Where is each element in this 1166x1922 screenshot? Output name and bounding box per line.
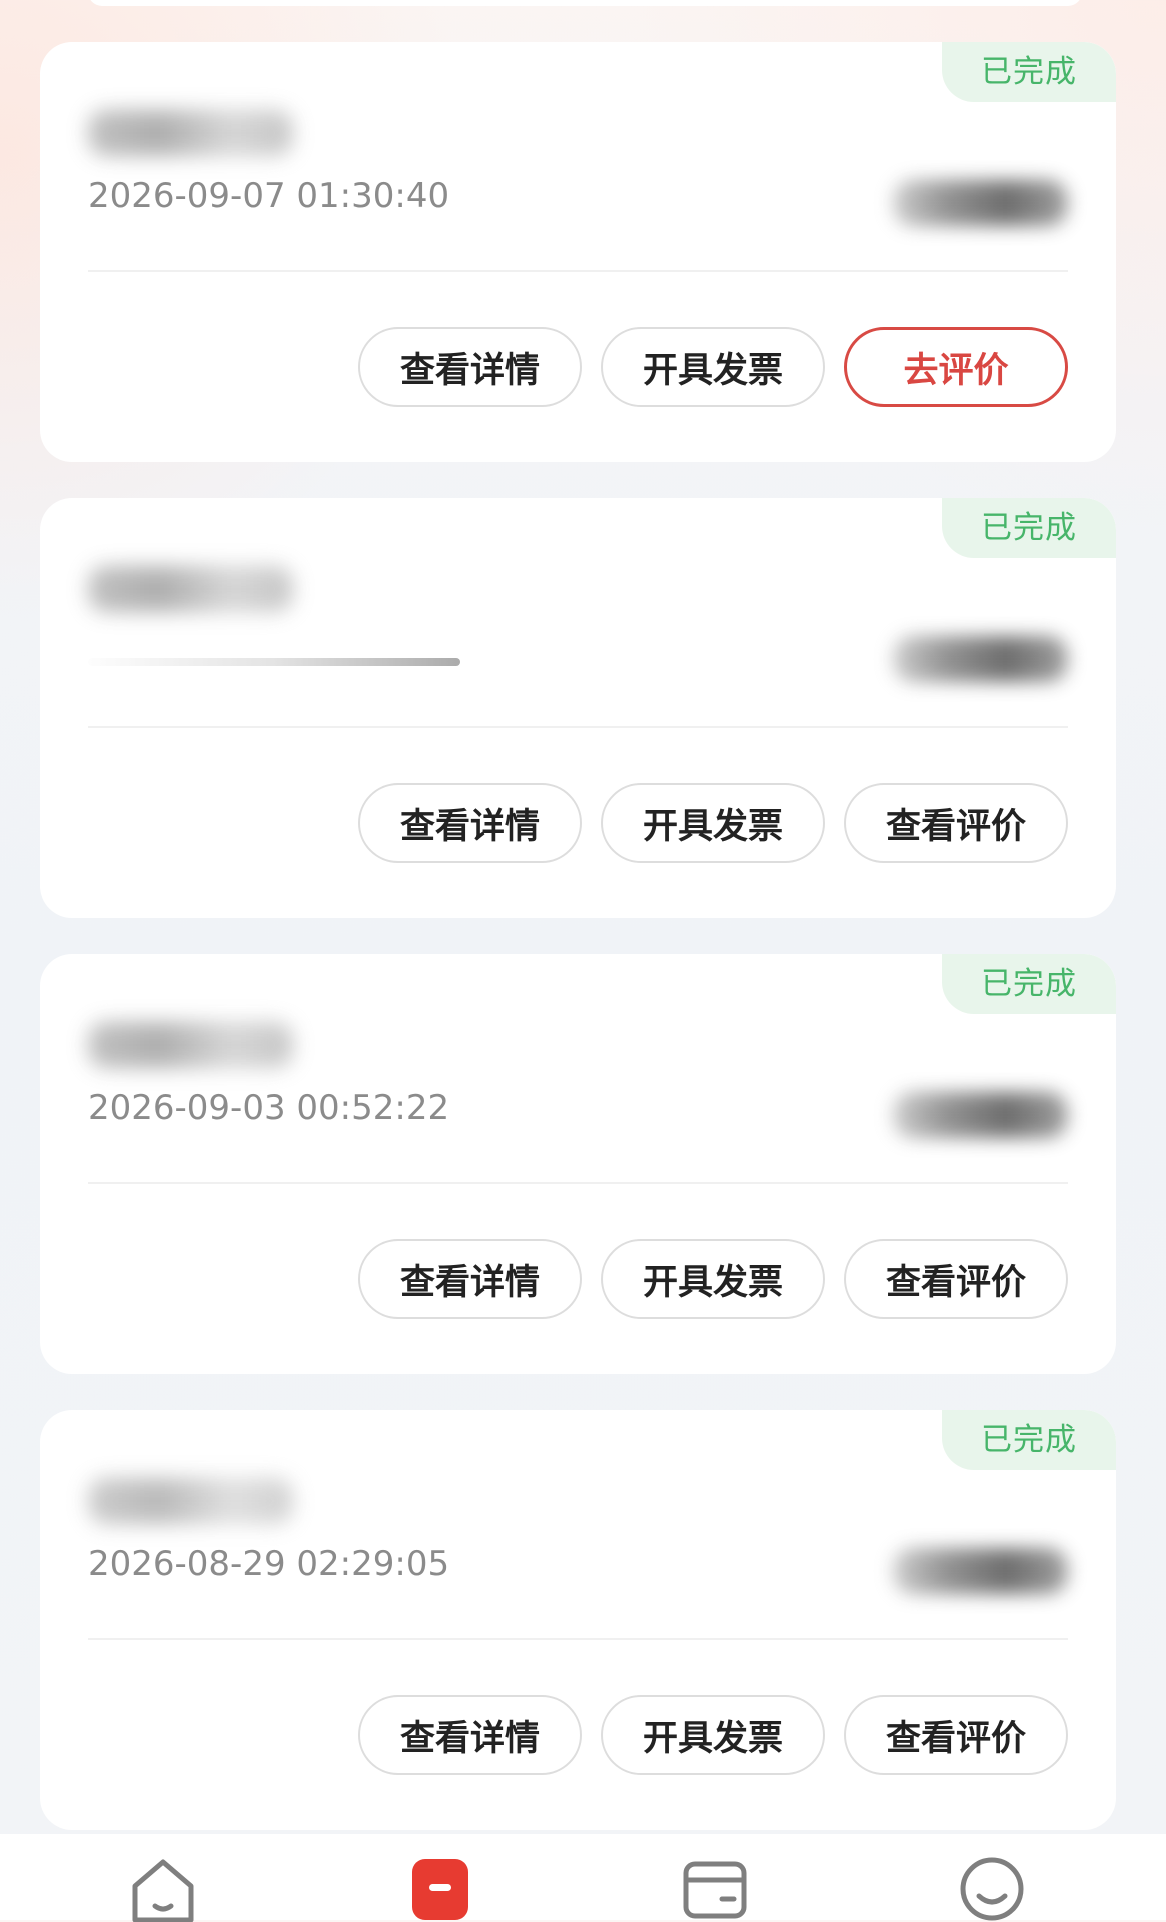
blurred-store-name [88,566,293,612]
home-icon[interactable] [129,1856,197,1922]
blurred-order-amount [893,1092,1068,1138]
status-badge: 已完成 [942,498,1116,558]
order-card[interactable]: 已完成 查看详情 开具发票 查看评价 [40,498,1116,918]
order-actions: 查看详情 开具发票 查看评价 [358,1695,1068,1775]
view-review-button[interactable]: 查看评价 [844,783,1068,863]
issue-invoice-button[interactable]: 开具发票 [601,327,825,407]
status-badge: 已完成 [942,42,1116,102]
order-time: 2026-09-07 01:30:40 [88,176,450,216]
write-review-button[interactable]: 去评价 [844,327,1068,407]
card-divider [88,1182,1068,1184]
order-card[interactable]: 已完成 2026-09-03 00:52:22 查看详情 开具发票 查看评价 [40,954,1116,1374]
order-actions: 查看详情 开具发票 查看评价 [358,1239,1068,1319]
issue-invoice-button[interactable]: 开具发票 [601,783,825,863]
blurred-order-amount [893,1548,1068,1594]
bottom-tab-bar [0,1834,1166,1922]
view-details-button[interactable]: 查看详情 [358,1695,582,1775]
order-time: 2026-08-29 02:29:05 [88,1544,450,1584]
view-details-button[interactable]: 查看详情 [358,327,582,407]
blurred-store-name [88,110,293,156]
card-divider [88,726,1068,728]
blurred-store-name [88,1022,293,1068]
order-card[interactable]: 已完成 2026-09-07 01:30:40 查看详情 开具发票 去评价 [40,42,1116,462]
orders-icon[interactable] [410,1856,470,1920]
view-review-button[interactable]: 查看评价 [844,1239,1068,1319]
card-divider [88,1638,1068,1640]
status-badge: 已完成 [942,954,1116,1014]
order-list: 已完成 2026-09-07 01:30:40 查看详情 开具发票 去评价 已完… [40,42,1116,1866]
view-review-button[interactable]: 查看评价 [844,1695,1068,1775]
order-card[interactable]: 已完成 2026-08-29 02:29:05 查看详情 开具发票 查看评价 [40,1410,1116,1830]
blurred-order-amount [893,636,1068,682]
issue-invoice-button[interactable]: 开具发票 [601,1239,825,1319]
card-divider [88,270,1068,272]
status-badge: 已完成 [942,1410,1116,1470]
order-actions: 查看详情 开具发票 查看评价 [358,783,1068,863]
order-time: 2026-09-03 00:52:22 [88,1088,450,1128]
view-details-button[interactable]: 查看详情 [358,1239,582,1319]
wallet-card-icon[interactable] [682,1856,748,1920]
smile-profile-icon[interactable] [959,1856,1025,1922]
blurred-order-amount [893,180,1068,226]
blurred-store-name [88,1478,293,1524]
view-details-button[interactable]: 查看详情 [358,783,582,863]
previous-order-card-edge [88,0,1082,6]
issue-invoice-button[interactable]: 开具发票 [601,1695,825,1775]
order-actions: 查看详情 开具发票 去评价 [358,327,1068,407]
blurred-order-time [88,658,460,666]
